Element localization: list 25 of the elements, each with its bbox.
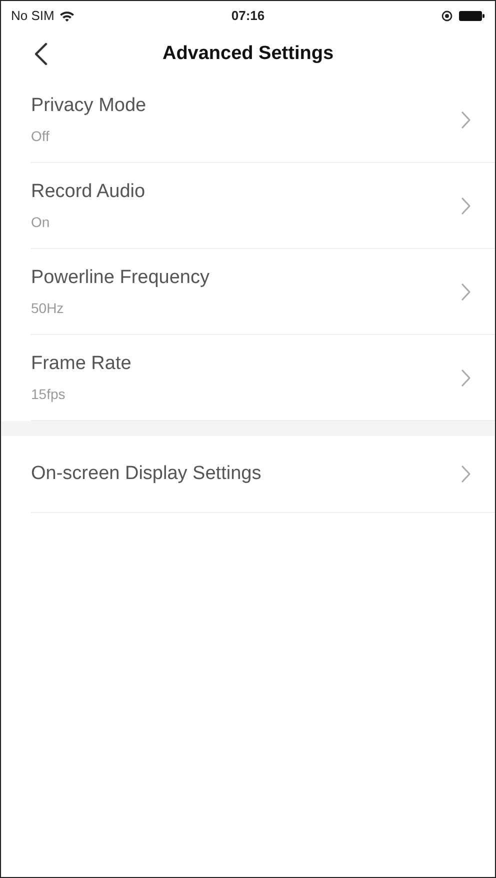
- wifi-icon: [59, 10, 76, 22]
- settings-row[interactable]: On-screen Display Settings: [31, 436, 495, 513]
- setting-value: Off: [31, 127, 50, 146]
- carrier-label: No SIM: [11, 7, 54, 26]
- settings-row[interactable]: Record Audio On: [31, 163, 495, 249]
- chevron-icon: [461, 282, 471, 300]
- chevron-icon: [461, 465, 471, 483]
- setting-value: On: [31, 213, 51, 232]
- setting-value: 50Hz: [31, 299, 65, 318]
- status-time: 07:16: [231, 7, 265, 26]
- setting-label: Record Audio: [31, 180, 146, 204]
- battery-icon: [459, 10, 485, 22]
- setting-value: 15fps: [31, 385, 66, 404]
- chevron-icon: [461, 196, 471, 214]
- setting-label: Frame Rate: [31, 352, 132, 376]
- settings-row[interactable]: Privacy Mode Off: [31, 77, 495, 163]
- setting-label: Privacy Mode: [31, 94, 148, 118]
- setting-label: Powerline Frequency: [31, 266, 210, 290]
- settings-row[interactable]: Powerline Frequency 50Hz: [31, 249, 495, 335]
- setting-label: On-screen Display Settings: [31, 462, 262, 486]
- back-icon: [34, 42, 48, 66]
- screen-title: Advanced Settings: [162, 42, 334, 66]
- rotation-lock-icon: [441, 10, 453, 22]
- chevron-icon: [461, 110, 471, 128]
- chevron-icon: [461, 368, 471, 386]
